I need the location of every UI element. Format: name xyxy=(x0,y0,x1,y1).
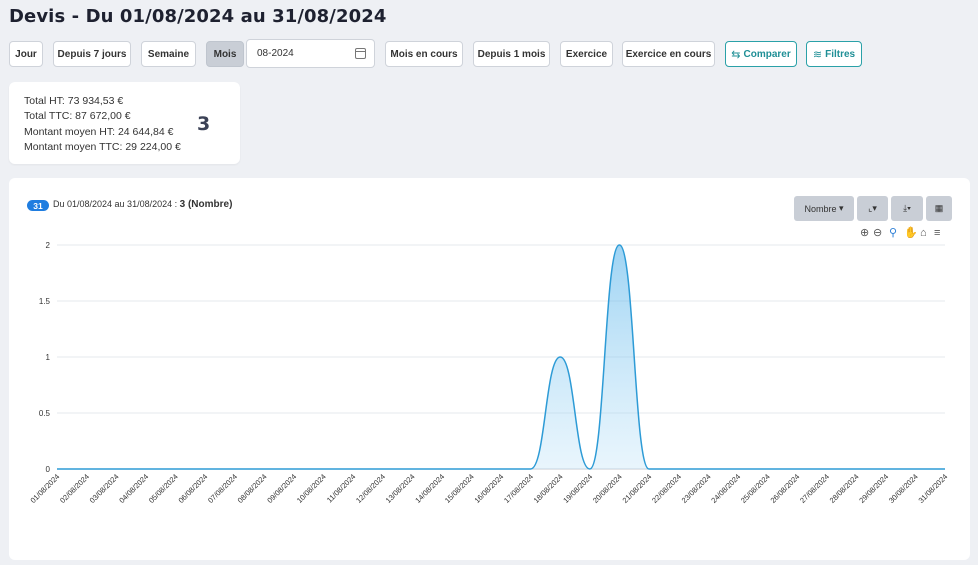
x-tick-label: 08/08/2024 xyxy=(236,472,269,505)
x-tick-label: 01/08/2024 xyxy=(29,472,62,505)
x-tick-label: 07/08/2024 xyxy=(206,472,239,505)
x-tick-label: 05/08/2024 xyxy=(147,472,180,505)
x-tick-label: 27/08/2024 xyxy=(798,472,831,505)
x-tick-label: 11/08/2024 xyxy=(325,472,358,505)
x-tick-label: 22/08/2024 xyxy=(650,472,683,505)
y-tick-label: 0 xyxy=(46,465,51,474)
x-tick-label: 26/08/2024 xyxy=(769,472,802,505)
x-tick-label: 24/08/2024 xyxy=(709,472,742,505)
x-tick-label: 02/08/2024 xyxy=(58,472,91,505)
x-tick-label: 14/08/2024 xyxy=(413,472,446,505)
y-tick-label: 1.5 xyxy=(39,297,51,306)
x-tick-label: 23/08/2024 xyxy=(680,472,713,505)
x-tick-label: 28/08/2024 xyxy=(828,472,861,505)
x-tick-label: 30/08/2024 xyxy=(887,472,920,505)
x-tick-label: 21/08/2024 xyxy=(621,472,654,505)
x-tick-label: 20/08/2024 xyxy=(591,472,624,505)
x-tick-label: 15/08/2024 xyxy=(443,472,476,505)
x-tick-label: 29/08/2024 xyxy=(857,472,890,505)
x-tick-label: 10/08/2024 xyxy=(295,472,328,505)
x-tick-label: 03/08/2024 xyxy=(88,472,121,505)
x-tick-label: 19/08/2024 xyxy=(561,472,594,505)
y-tick-label: 2 xyxy=(46,241,51,250)
x-tick-label: 13/08/2024 xyxy=(384,472,417,505)
x-tick-label: 16/08/2024 xyxy=(473,472,506,505)
y-tick-label: 1 xyxy=(46,353,51,362)
x-tick-label: 12/08/2024 xyxy=(354,472,387,505)
x-tick-label: 18/08/2024 xyxy=(532,472,565,505)
y-tick-label: 0.5 xyxy=(39,409,51,418)
x-tick-label: 25/08/2024 xyxy=(739,472,772,505)
x-tick-label: 31/08/2024 xyxy=(917,472,950,505)
x-tick-label: 06/08/2024 xyxy=(177,472,210,505)
area-chart: 00.511.5201/08/202402/08/202403/08/20240… xyxy=(29,241,950,505)
x-tick-label: 09/08/2024 xyxy=(265,472,298,505)
x-tick-label: 04/08/2024 xyxy=(117,472,150,505)
x-tick-label: 17/08/2024 xyxy=(502,472,535,505)
